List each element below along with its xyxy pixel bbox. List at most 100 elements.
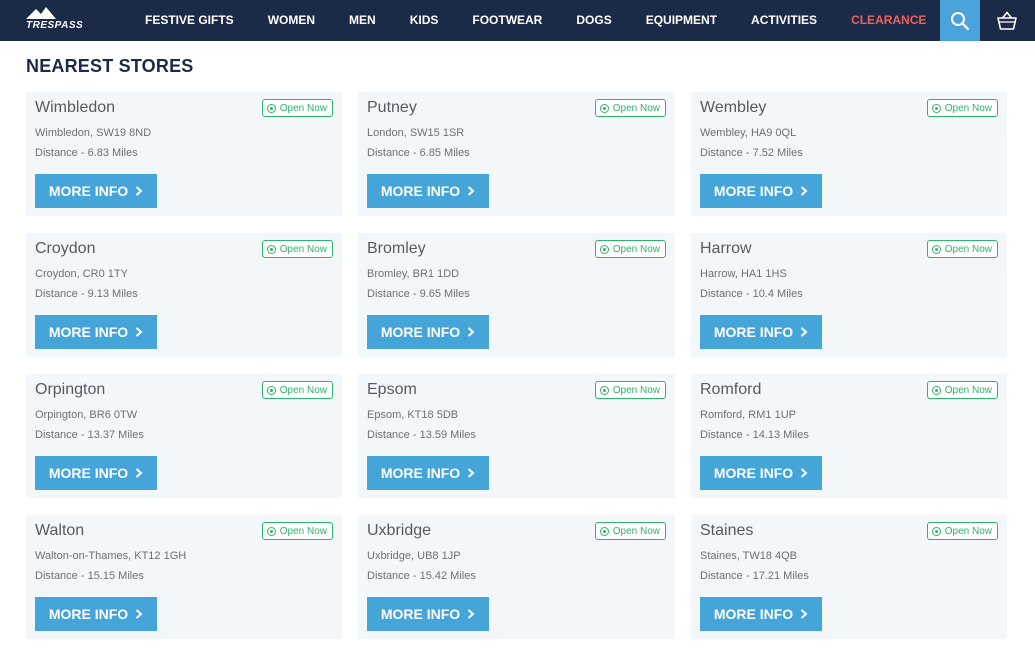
- store-name[interactable]: Epsom: [367, 381, 417, 399]
- open-status-icon: [266, 526, 276, 536]
- search-button[interactable]: [940, 0, 980, 41]
- open-status-icon: [931, 244, 941, 254]
- mountain-logo-icon: [26, 7, 56, 19]
- more-info-label: MORE INFO: [713, 324, 794, 340]
- more-info-label: MORE INFO: [48, 324, 129, 340]
- open-status-label: Open Now: [944, 102, 992, 114]
- more-info-label: MORE INFO: [713, 183, 794, 199]
- open-status-label: Open Now: [279, 243, 327, 255]
- store-distance: Distance - 15.15 Miles: [35, 570, 144, 582]
- open-status-badge: Open Now: [261, 99, 333, 117]
- store-grid: Wimbledon Open Now Wimbledon, SW19 8ND D…: [26, 92, 1007, 639]
- nav-item-kids[interactable]: KIDS: [393, 0, 456, 41]
- open-status-icon: [266, 385, 276, 395]
- store-name[interactable]: Wimbledon: [35, 99, 115, 117]
- store-name[interactable]: Putney: [367, 99, 417, 117]
- more-info-button[interactable]: MORE INFO: [700, 456, 822, 490]
- open-status-badge: Open Now: [926, 240, 998, 258]
- store-name[interactable]: Orpington: [35, 381, 105, 399]
- main-menu: FESTIVE GIFTS WOMEN MEN KIDS FOOTWEAR DO…: [128, 0, 943, 41]
- more-info-button[interactable]: MORE INFO: [367, 315, 489, 349]
- nav-item-dogs[interactable]: DOGS: [559, 0, 628, 41]
- open-status-badge: Open Now: [261, 522, 333, 540]
- store-distance: Distance - 9.65 Miles: [367, 288, 470, 300]
- store-address: Epsom, KT18 5DB: [367, 409, 459, 421]
- open-status-badge: Open Now: [594, 240, 666, 258]
- open-status-icon: [931, 526, 941, 536]
- store-card: Walton Open Now Walton-on-Thames, KT12 1…: [26, 515, 342, 639]
- store-address: Orpington, BR6 0TW: [35, 409, 138, 421]
- open-status-label: Open Now: [944, 384, 992, 396]
- chevron-right-icon: [801, 609, 808, 619]
- store-distance: Distance - 13.37 Miles: [35, 429, 144, 441]
- chevron-right-icon: [136, 186, 143, 196]
- open-status-badge: Open Now: [261, 381, 333, 399]
- nav-item-activities[interactable]: ACTIVITIES: [734, 0, 834, 41]
- more-info-label: MORE INFO: [48, 606, 129, 622]
- open-status-label: Open Now: [944, 243, 992, 255]
- open-status-icon: [599, 385, 609, 395]
- open-status-label: Open Now: [612, 384, 660, 396]
- open-status-badge: Open Now: [926, 522, 998, 540]
- open-status-label: Open Now: [279, 384, 327, 396]
- store-address: Uxbridge, UB8 1JP: [367, 550, 461, 562]
- store-address: Croydon, CR0 1TY: [35, 268, 128, 280]
- nav-item-men[interactable]: MEN: [332, 0, 393, 41]
- open-status-label: Open Now: [279, 102, 327, 114]
- nav-item-equipment[interactable]: EQUIPMENT: [629, 0, 734, 41]
- more-info-button[interactable]: MORE INFO: [35, 315, 157, 349]
- nav-item-clearance[interactable]: CLEARANCE: [834, 0, 943, 41]
- store-name[interactable]: Walton: [35, 522, 84, 540]
- more-info-button[interactable]: MORE INFO: [35, 456, 157, 490]
- page-title: NEAREST STORES: [26, 56, 194, 76]
- basket-icon: [997, 10, 1017, 30]
- store-name[interactable]: Harrow: [700, 240, 752, 258]
- chevron-right-icon: [801, 186, 808, 196]
- open-status-badge: Open Now: [926, 381, 998, 399]
- store-name[interactable]: Croydon: [35, 240, 95, 258]
- open-status-icon: [266, 244, 276, 254]
- open-status-label: Open Now: [612, 525, 660, 537]
- open-status-badge: Open Now: [261, 240, 333, 258]
- store-name[interactable]: Uxbridge: [367, 522, 431, 540]
- chevron-right-icon: [136, 327, 143, 337]
- more-info-label: MORE INFO: [48, 183, 129, 199]
- basket-button[interactable]: [985, 0, 1029, 41]
- more-info-label: MORE INFO: [48, 465, 129, 481]
- chevron-right-icon: [468, 186, 475, 196]
- chevron-right-icon: [136, 609, 143, 619]
- store-name[interactable]: Staines: [700, 522, 753, 540]
- store-card: Staines Open Now Staines, TW18 4QB Dista…: [691, 515, 1007, 639]
- store-card: Orpington Open Now Orpington, BR6 0TW Di…: [26, 374, 342, 498]
- nav-item-festive-gifts[interactable]: FESTIVE GIFTS: [128, 0, 251, 41]
- nav-item-footwear[interactable]: FOOTWEAR: [455, 0, 559, 41]
- more-info-button[interactable]: MORE INFO: [35, 174, 157, 208]
- more-info-button[interactable]: MORE INFO: [35, 597, 157, 631]
- store-address: Romford, RM1 1UP: [700, 409, 796, 421]
- chevron-right-icon: [136, 468, 143, 478]
- open-status-icon: [931, 103, 941, 113]
- store-card: Croydon Open Now Croydon, CR0 1TY Distan…: [26, 233, 342, 357]
- store-distance: Distance - 17.21 Miles: [700, 570, 809, 582]
- store-distance: Distance - 14.13 Miles: [700, 429, 809, 441]
- more-info-button[interactable]: MORE INFO: [367, 456, 489, 490]
- nav-item-women[interactable]: WOMEN: [251, 0, 332, 41]
- open-status-label: Open Now: [279, 525, 327, 537]
- open-status-label: Open Now: [944, 525, 992, 537]
- more-info-button[interactable]: MORE INFO: [700, 597, 822, 631]
- store-distance: Distance - 10.4 Miles: [700, 288, 803, 300]
- store-address: Staines, TW18 4QB: [700, 550, 798, 562]
- chevron-right-icon: [468, 468, 475, 478]
- more-info-button[interactable]: MORE INFO: [700, 174, 822, 208]
- chevron-right-icon: [468, 327, 475, 337]
- store-name[interactable]: Romford: [700, 381, 761, 399]
- more-info-button[interactable]: MORE INFO: [367, 174, 489, 208]
- more-info-button[interactable]: MORE INFO: [367, 597, 489, 631]
- store-name[interactable]: Bromley: [367, 240, 426, 258]
- open-status-badge: Open Now: [926, 99, 998, 117]
- open-status-icon: [599, 103, 609, 113]
- trespass-logo[interactable]: TRESPASS: [22, 6, 90, 34]
- more-info-button[interactable]: MORE INFO: [700, 315, 822, 349]
- more-info-label: MORE INFO: [380, 183, 461, 199]
- store-name[interactable]: Wembley: [700, 99, 766, 117]
